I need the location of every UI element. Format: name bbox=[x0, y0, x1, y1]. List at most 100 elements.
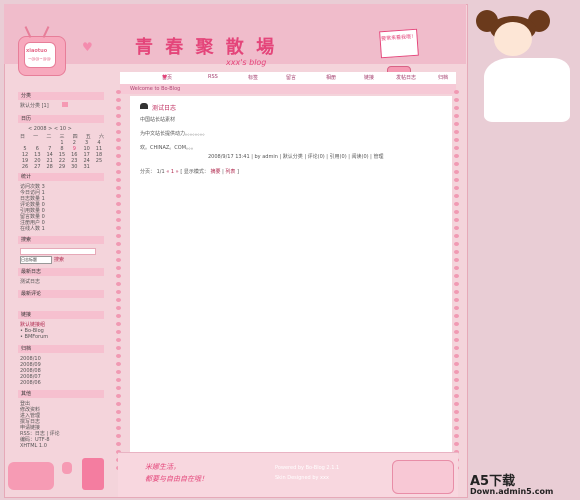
post-title[interactable]: 测试日志 bbox=[152, 103, 176, 112]
link-item-bmforum[interactable]: • BMForum bbox=[20, 334, 48, 340]
sidebar-links-title: 链接 bbox=[18, 311, 104, 319]
nav-post-log[interactable]: 发帖日志 bbox=[396, 74, 416, 81]
bed-decoration bbox=[392, 460, 454, 494]
ring-dot bbox=[116, 354, 121, 358]
ring-dot bbox=[454, 306, 459, 310]
post-body-line: 为中文站长提供动力。。。。。。。。 bbox=[140, 131, 208, 137]
ring-dot bbox=[116, 194, 121, 198]
nav-guestbook[interactable]: 留言 bbox=[286, 74, 296, 81]
recent-post-item[interactable]: 测试日志 bbox=[20, 279, 40, 285]
ring-dot bbox=[116, 370, 121, 374]
ring-dot bbox=[454, 258, 459, 262]
ring-dot bbox=[454, 370, 459, 374]
ring-dot bbox=[454, 426, 459, 430]
archive-item[interactable]: 2008/06 bbox=[20, 380, 41, 386]
category-item[interactable]: 默认分类 [1] bbox=[20, 103, 49, 109]
calendar-day[interactable]: 31 bbox=[82, 164, 92, 170]
ring-dot bbox=[454, 322, 459, 326]
ring-dot bbox=[116, 162, 121, 166]
ring-dot bbox=[116, 170, 121, 174]
ring-dot bbox=[454, 330, 459, 334]
ring-dot bbox=[454, 170, 459, 174]
ring-dot bbox=[116, 138, 121, 142]
calendar-day[interactable]: 26 bbox=[20, 164, 30, 170]
ring-dot bbox=[116, 306, 121, 310]
ring-dot bbox=[116, 282, 121, 286]
footer-skin-credit: Skin Designed by xxx bbox=[275, 475, 329, 481]
nav-album[interactable]: 相册 bbox=[326, 74, 336, 81]
tv-logo[interactable]: xiaotuo ~@@~@@ bbox=[18, 26, 66, 76]
ring-dot bbox=[116, 434, 121, 438]
ring-dot bbox=[454, 202, 459, 206]
search-button[interactable]: 搜索 bbox=[54, 256, 64, 263]
xhtml-line[interactable]: XHTML 1.0 bbox=[20, 443, 47, 449]
ring-dot bbox=[116, 266, 121, 270]
ring-dot bbox=[454, 90, 459, 94]
ring-dot bbox=[454, 178, 459, 182]
ring-dot bbox=[116, 394, 121, 398]
cabinet-decoration bbox=[82, 458, 104, 490]
ring-dot bbox=[116, 410, 121, 414]
ring-dot bbox=[116, 178, 121, 182]
ring-dot bbox=[454, 234, 459, 238]
ring-dot bbox=[454, 418, 459, 422]
ring-dot bbox=[454, 146, 459, 150]
rss-icon[interactable] bbox=[62, 102, 68, 107]
stat-line: 在线人数 1 bbox=[20, 226, 45, 232]
tv-logo-subtext: ~@@~@@ bbox=[28, 56, 51, 61]
ring-dot bbox=[116, 338, 121, 342]
ring-dot bbox=[454, 162, 459, 166]
calendar-day[interactable]: 27 bbox=[32, 164, 42, 170]
calendar-day bbox=[94, 164, 104, 170]
search-type-select[interactable]: 日志标题 bbox=[20, 256, 52, 264]
ring-dot bbox=[454, 402, 459, 406]
ring-dot bbox=[116, 218, 121, 222]
ring-dot bbox=[116, 346, 121, 350]
ring-dot bbox=[116, 418, 121, 422]
ring-dot bbox=[454, 130, 459, 134]
ring-dot bbox=[454, 242, 459, 246]
nav-links[interactable]: 链接 bbox=[364, 74, 374, 81]
nav-rss[interactable]: RSS bbox=[208, 74, 218, 80]
footer-powered-by[interactable]: Powered by Bo-Blog 2.1.1 bbox=[275, 465, 339, 471]
pager-pages: 1/1 bbox=[156, 169, 165, 175]
ring-dot bbox=[454, 354, 459, 358]
ring-dot bbox=[454, 106, 459, 110]
pager-mode-summary[interactable]: 摘要 bbox=[210, 169, 220, 175]
search-input[interactable] bbox=[20, 248, 96, 255]
calendar-nav[interactable]: < 2008 > < 10 > bbox=[28, 126, 72, 132]
ring-dot bbox=[454, 122, 459, 126]
ring-dot bbox=[454, 362, 459, 366]
sofa-decoration bbox=[8, 462, 54, 490]
ring-dot bbox=[454, 98, 459, 102]
site-title[interactable]: 青 春 聚 散 場 bbox=[135, 33, 277, 59]
ring-dot bbox=[116, 322, 121, 326]
ring-dot bbox=[116, 274, 121, 278]
watermark: A5下载 Down.admin5.com bbox=[468, 470, 578, 498]
ring-dot bbox=[116, 186, 121, 190]
pager-mode-separator: | bbox=[222, 169, 224, 175]
post-meta: 2008/9/17 13:41 | by admin | 默认分类 | 评论(0… bbox=[208, 154, 384, 160]
footer-slogan-2: 都要与自由自在哦！ bbox=[145, 475, 208, 483]
calendar-day[interactable]: 30 bbox=[69, 164, 79, 170]
ring-dot bbox=[454, 218, 459, 222]
ring-dot bbox=[116, 402, 121, 406]
pager-nav[interactable]: « 1 » bbox=[166, 169, 178, 175]
notebook-rings-left bbox=[116, 90, 122, 480]
ring-dot bbox=[454, 194, 459, 198]
ring-dot bbox=[116, 250, 121, 254]
pager: 分页： 1/1 « 1 » [ 显示模式： 摘要 | 列表 ] bbox=[140, 168, 239, 175]
archive-list: 2008/10 2008/09 2008/08 2008/07 2008/06 bbox=[20, 356, 41, 386]
ring-dot bbox=[116, 122, 121, 126]
nav-tags[interactable]: 标签 bbox=[248, 74, 258, 81]
calendar-day[interactable]: 28 bbox=[45, 164, 55, 170]
ring-dot bbox=[116, 258, 121, 262]
ring-dot bbox=[454, 314, 459, 318]
nav-archive[interactable]: 归档 bbox=[438, 74, 448, 81]
ring-dot bbox=[116, 106, 121, 110]
welcome-bar: Welcome to Bo-Blog bbox=[120, 84, 456, 94]
pager-mode-list[interactable]: 列表 bbox=[225, 169, 235, 175]
ring-dot bbox=[454, 250, 459, 254]
ring-dot bbox=[116, 90, 121, 94]
calendar-day[interactable]: 29 bbox=[57, 164, 67, 170]
